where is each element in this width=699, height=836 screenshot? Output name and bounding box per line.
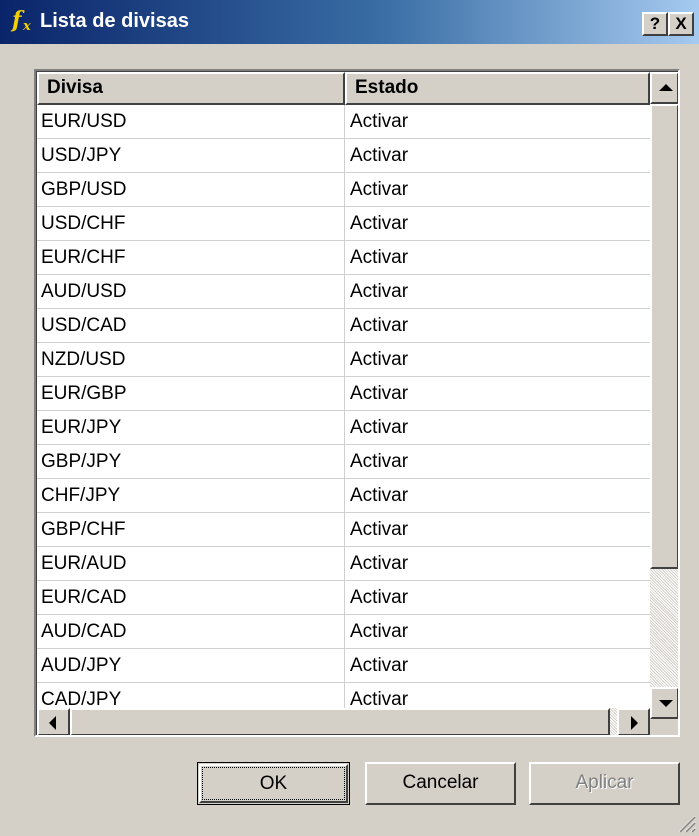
cell-divisa: GBP/JPY [41, 451, 122, 472]
scroll-down-button[interactable] [650, 687, 678, 719]
horizontal-scroll-thumb[interactable] [70, 708, 610, 735]
cell-estado[interactable]: Activar [350, 343, 650, 376]
cell-divisa: USD/JPY [41, 145, 122, 166]
scroll-left-button[interactable] [37, 708, 70, 735]
cell-estado[interactable]: Activar [350, 207, 650, 240]
cell-divisa: EUR/CAD [41, 587, 127, 608]
window-title: Lista de divisas [40, 10, 189, 32]
cell-estado[interactable]: Activar [350, 513, 650, 546]
help-button[interactable]: ? [642, 12, 668, 36]
scroll-up-button[interactable] [650, 72, 678, 104]
apply-button: Aplicar [529, 762, 680, 805]
table-row[interactable]: CHF/JPY Activar [37, 479, 650, 513]
table-row[interactable]: EUR/CAD Activar [37, 581, 650, 615]
cell-divisa: AUD/JPY [41, 655, 122, 676]
cell-divisa: EUR/JPY [41, 417, 122, 438]
scrollbar-corner [650, 719, 678, 735]
currency-list-view[interactable]: Divisa Estado EUR/USD Activar USD/JPY Activ… [34, 69, 680, 737]
table-row[interactable]: USD/CHF Activar [37, 207, 650, 241]
horizontal-scrollbar[interactable] [37, 708, 650, 735]
table-row[interactable]: EUR/AUD Activar [37, 547, 650, 581]
cell-divisa: AUD/USD [41, 281, 127, 302]
table-row[interactable]: EUR/USD Activar [37, 105, 650, 139]
cell-divisa: EUR/AUD [41, 553, 127, 574]
title-bar[interactable]: fx Lista de divisas ? X [0, 0, 699, 44]
arrow-down-icon [659, 700, 673, 707]
cell-estado[interactable]: Activar [350, 411, 650, 444]
fx-app-icon: fx [12, 7, 31, 34]
arrow-up-icon [659, 84, 673, 91]
cell-divisa: EUR/CHF [41, 247, 126, 268]
column-header-estado[interactable]: Estado [345, 72, 650, 105]
cell-divisa: EUR/GBP [41, 383, 127, 404]
cell-estado[interactable]: Activar [350, 105, 650, 138]
table-row[interactable]: USD/JPY Activar [37, 139, 650, 173]
cell-divisa: CHF/JPY [41, 485, 121, 506]
ok-button-label: OK [202, 767, 345, 800]
table-row[interactable]: GBP/USD Activar [37, 173, 650, 207]
cell-estado[interactable]: Activar [350, 581, 650, 614]
cell-estado[interactable]: Activar [350, 649, 650, 682]
table-row[interactable]: EUR/JPY Activar [37, 411, 650, 445]
vertical-scroll-thumb[interactable] [650, 104, 678, 569]
table-row[interactable]: AUD/CAD Activar [37, 615, 650, 649]
cell-estado[interactable]: Activar [350, 309, 650, 342]
ok-button[interactable]: OK [197, 762, 350, 805]
table-row[interactable]: NZD/USD Activar [37, 343, 650, 377]
cell-estado[interactable]: Activar [350, 173, 650, 206]
close-button[interactable]: X [668, 12, 694, 36]
currency-list-dialog: fx Lista de divisas ? X Divisa Estado EU… [0, 0, 699, 836]
table-row[interactable]: EUR/GBP Activar [37, 377, 650, 411]
arrow-right-icon [631, 716, 638, 730]
cell-divisa: GBP/USD [41, 179, 127, 200]
cell-divisa: NZD/USD [41, 349, 126, 370]
cell-divisa: USD/CHF [41, 213, 126, 234]
table-row[interactable]: GBP/CHF Activar [37, 513, 650, 547]
cell-estado[interactable]: Activar [350, 479, 650, 512]
cell-divisa: GBP/CHF [41, 519, 126, 540]
column-header-divisa[interactable]: Divisa [37, 72, 345, 105]
cell-divisa: USD/CAD [41, 315, 127, 336]
arrow-left-icon [49, 716, 56, 730]
cell-estado[interactable]: Activar [350, 241, 650, 274]
table-row[interactable]: USD/CAD Activar [37, 309, 650, 343]
list-rows: EUR/USD Activar USD/JPY Activar GBP/USD Activ… [37, 105, 650, 719]
table-row[interactable]: EUR/CHF Activar [37, 241, 650, 275]
cancel-button[interactable]: Cancelar [365, 762, 516, 805]
cell-estado[interactable]: Activar [350, 377, 650, 410]
cell-estado[interactable]: Activar [350, 275, 650, 308]
table-row[interactable]: GBP/JPY Activar [37, 445, 650, 479]
cell-estado[interactable]: Activar [350, 615, 650, 648]
resize-grip-icon[interactable] [676, 813, 696, 833]
cell-estado[interactable]: Activar [350, 139, 650, 172]
horizontal-scroll-track[interactable] [610, 708, 617, 735]
scroll-right-button[interactable] [617, 708, 650, 735]
vertical-scroll-track[interactable] [650, 569, 678, 687]
table-row[interactable]: AUD/USD Activar [37, 275, 650, 309]
table-row[interactable]: AUD/JPY Activar [37, 649, 650, 683]
cell-estado[interactable]: Activar [350, 547, 650, 580]
vertical-scrollbar[interactable] [650, 72, 678, 719]
cell-divisa: AUD/CAD [41, 621, 127, 642]
cell-estado[interactable]: Activar [350, 445, 650, 478]
cell-divisa: EUR/USD [41, 111, 127, 132]
list-header: Divisa Estado [37, 72, 650, 105]
